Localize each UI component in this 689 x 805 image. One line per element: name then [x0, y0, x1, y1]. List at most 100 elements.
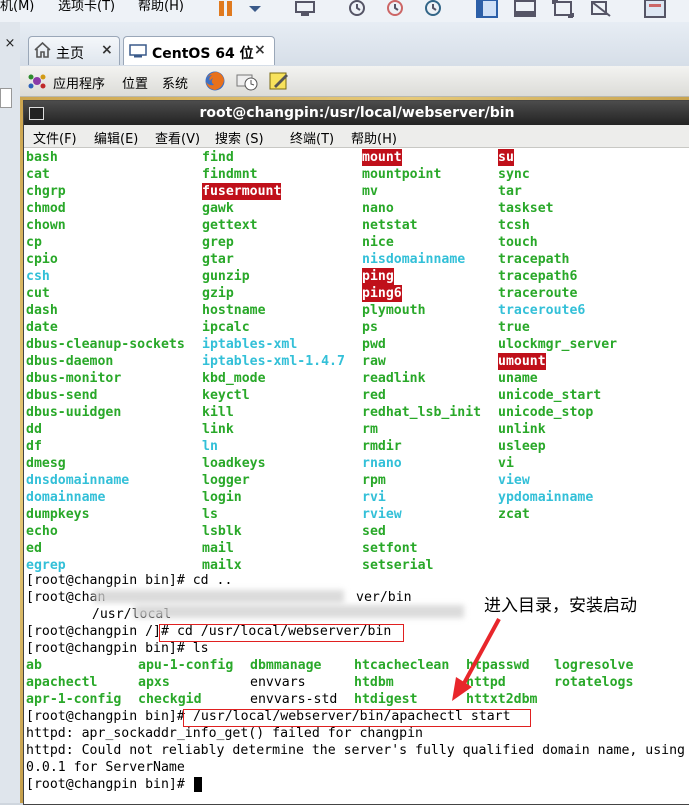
listing-entry: plymouth	[362, 303, 426, 318]
listing-entry: rpm	[362, 473, 386, 488]
console-view-icon[interactable]	[513, 0, 537, 18]
listing-entry: cut	[26, 286, 50, 301]
listing-entry: view	[498, 473, 530, 488]
send-keys-icon[interactable]	[293, 0, 317, 18]
listing-entry: ls	[202, 507, 218, 522]
listing-entry: htdbm	[354, 675, 394, 690]
mail-clock-icon[interactable]	[236, 70, 258, 92]
listing-entry: find	[202, 150, 234, 165]
listing-entry: nice	[362, 235, 394, 250]
host-menu-tabs[interactable]: 选项卡(T)	[58, 0, 115, 14]
listing-entry: dbmmanage	[250, 658, 322, 673]
gnome-foot-icon[interactable]	[27, 71, 47, 91]
listing-entry: rmdir	[362, 439, 402, 454]
listing-entry: ypdomainname	[498, 490, 594, 505]
host-menu-machine[interactable]: 机(M)	[0, 0, 34, 14]
listing-entry: dnsdomainname	[26, 473, 130, 488]
listing-entry: traceroute6	[498, 303, 586, 318]
listing-entry: tcsh	[498, 218, 530, 233]
listing-entry: dmesg	[26, 456, 66, 471]
listing-entry: htcacheclean	[354, 658, 450, 673]
terminal-output[interactable]: bash find mount su cat findmnt mountpoint sync c…	[24, 147, 689, 804]
text-editor-icon[interactable]	[268, 70, 290, 92]
listing-entry: ulockmgr_server	[498, 337, 618, 352]
panel-menu-places[interactable]: 位置	[122, 73, 148, 92]
chevron-down-icon[interactable]	[243, 0, 267, 18]
listing-entry: mv	[362, 184, 378, 199]
listing-entry: ps	[362, 320, 378, 335]
terminal-menu-terminal[interactable]: 终端(T)	[290, 128, 334, 147]
listing-entry: logger	[202, 473, 250, 488]
listing-entry: su	[498, 149, 514, 166]
revert-snapshot-icon[interactable]	[383, 0, 407, 18]
listing-entry: true	[498, 320, 530, 335]
close-icon[interactable]: ×	[254, 42, 266, 58]
listing-entry: dbus-daemon	[26, 354, 114, 369]
library-search-box[interactable]	[0, 88, 12, 108]
listing-entry: red	[362, 388, 386, 403]
listing-entry: df	[26, 439, 42, 454]
listing-entry: gawk	[202, 201, 234, 216]
listing-entry: dumpkeys	[26, 507, 90, 522]
close-icon[interactable]: ×	[0, 36, 20, 51]
tab-home[interactable]: 主页 ×	[28, 36, 120, 65]
library-icon[interactable]	[643, 0, 667, 18]
listing-entry: ping	[362, 268, 394, 285]
firefox-icon[interactable]	[204, 70, 226, 92]
panel-menu-applications[interactable]: 应用程序	[53, 73, 105, 92]
listing-entry: loadkeys	[202, 456, 266, 471]
terminal-menu-search[interactable]: 搜索 (S)	[215, 128, 264, 147]
snapshot-manager-icon[interactable]	[421, 0, 445, 18]
pause-icon[interactable]	[215, 0, 239, 18]
listing-entry: keyctl	[202, 388, 250, 403]
listing-entry: grep	[202, 235, 234, 250]
close-icon[interactable]: ×	[101, 42, 113, 58]
terminal-line-start: [root@changpin bin]# /usr/local/webserve…	[26, 708, 511, 725]
listing-entry: setserial	[362, 558, 434, 573]
terminal-line: [root@changpin bin]#	[26, 777, 193, 792]
listing-entry: dbus-monitor	[26, 371, 122, 386]
terminal-menubar: 文件(F) 编辑(E) 查看(V) 搜索 (S) 终端(T) 帮助(H)	[24, 125, 689, 148]
listing-entry: htdigest	[354, 692, 418, 707]
listing-entry: fusermount	[202, 183, 282, 200]
terminal-cursor	[194, 777, 202, 792]
listing-entry: chown	[26, 218, 66, 233]
terminal-menu-view[interactable]: 查看(V)	[155, 128, 200, 147]
terminal-line: 0.0.1 for ServerName	[26, 760, 185, 775]
listing-entry: dash	[26, 303, 58, 318]
listing-entry: traceroute	[498, 286, 578, 301]
snapshot-icon[interactable]	[345, 0, 369, 18]
host-menu-help[interactable]: 帮助(H)	[138, 0, 184, 14]
terminal-menu-file[interactable]: 文件(F)	[33, 128, 77, 147]
sidebar-view-icon[interactable]	[475, 0, 499, 18]
tab-home-label: 主页	[56, 46, 84, 62]
terminal-menu-help[interactable]: 帮助(H)	[351, 128, 397, 147]
terminal-titlebar[interactable]: root@changpin:/usr/local/webserver/bin	[24, 101, 689, 125]
tab-centos[interactable]: CentOS 64 位 ×	[123, 36, 275, 65]
listing-entry: dbus-send	[26, 388, 98, 403]
listing-entry: apachectl	[26, 675, 98, 690]
listing-entry: ab	[26, 658, 42, 673]
listing-entry: mount	[362, 149, 402, 166]
listing-entry: rm	[362, 422, 378, 437]
vm-icon	[129, 44, 147, 58]
listing-entry: echo	[26, 524, 58, 539]
terminal-title: root@changpin:/usr/local/webserver/bin	[199, 105, 515, 121]
listing-entry: umount	[498, 353, 546, 370]
listing-entry: chgrp	[26, 184, 66, 199]
tab-centos-label: CentOS 64 位	[152, 46, 254, 62]
listing-entry: usleep	[498, 439, 546, 454]
listing-entry: uname	[498, 371, 538, 386]
unity-icon[interactable]	[589, 0, 613, 18]
listing-entry: bash	[26, 150, 58, 165]
listing-entry: login	[202, 490, 242, 505]
terminal-menu-edit[interactable]: 编辑(E)	[94, 128, 138, 147]
listing-entry: mountpoint	[362, 167, 442, 182]
listing-entry: envvars	[250, 675, 306, 690]
listing-entry: tar	[498, 184, 522, 199]
fullscreen-icon[interactable]	[551, 0, 575, 18]
terminal-window: root@changpin:/usr/local/webserver/bin 文…	[23, 100, 689, 805]
panel-menu-system[interactable]: 系统	[162, 73, 188, 92]
annotation-arrow	[452, 618, 501, 701]
listing-entry: domainname	[26, 490, 106, 505]
